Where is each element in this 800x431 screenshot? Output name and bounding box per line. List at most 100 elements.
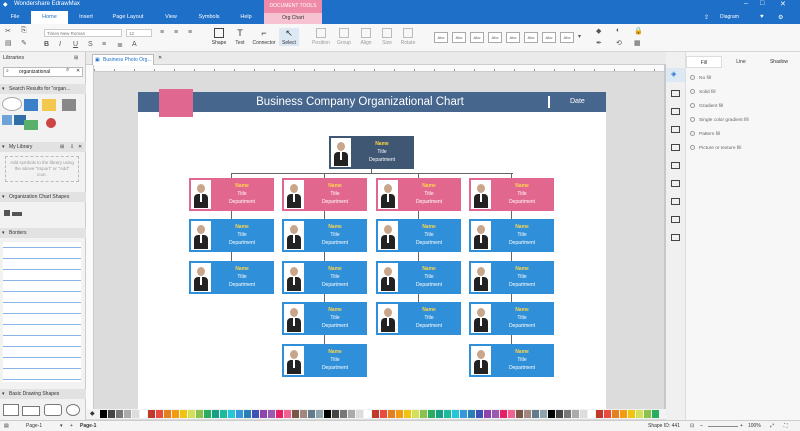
fullscreen-icon[interactable]: ⛶: [784, 421, 788, 431]
zoom-in-icon[interactable]: +: [740, 421, 743, 431]
color-swatch[interactable]: [148, 410, 155, 418]
org-card-c2-r3[interactable]: Name Title Department: [282, 261, 367, 294]
org-card-c3-r3[interactable]: Name Title Department: [376, 261, 461, 294]
result-shape-photo[interactable]: [42, 99, 56, 111]
size-button[interactable]: Size: [378, 28, 396, 46]
close-icon[interactable]: ✕: [780, 0, 786, 8]
color-swatch[interactable]: [388, 410, 395, 418]
org-card-top[interactable]: Name Title Department: [329, 136, 414, 169]
color-swatch[interactable]: [260, 410, 267, 418]
line-color-icon[interactable]: ✒: [596, 39, 602, 47]
search-results-header[interactable]: ▾ Search Results for "organ...: [0, 84, 86, 94]
color-swatch[interactable]: [452, 410, 459, 418]
color-swatch[interactable]: [332, 410, 339, 418]
color-swatch[interactable]: [652, 410, 659, 418]
color-swatch[interactable]: [252, 410, 259, 418]
color-swatch[interactable]: [556, 410, 563, 418]
fill-bucket-icon[interactable]: ◆: [90, 410, 95, 417]
org-card-c4-r4[interactable]: Name Title Department: [469, 302, 554, 335]
org-shape-2[interactable]: [12, 212, 22, 216]
color-swatch[interactable]: [100, 410, 107, 418]
add-library-icon[interactable]: ⊞: [60, 142, 64, 152]
org-card-c3-r2[interactable]: Name Title Department: [376, 219, 461, 252]
color-swatch[interactable]: [516, 410, 523, 418]
minimize-icon[interactable]: –: [744, 0, 748, 7]
chart-title[interactable]: Business Company Organizational Chart: [200, 92, 520, 112]
color-swatch[interactable]: [116, 410, 123, 418]
align-left-icon[interactable]: ≡: [160, 29, 164, 36]
underline-icon[interactable]: U: [73, 41, 78, 48]
color-swatch[interactable]: [284, 410, 291, 418]
color-swatch[interactable]: [196, 410, 203, 418]
color-swatch[interactable]: [228, 410, 235, 418]
color-swatch[interactable]: [132, 410, 139, 418]
color-swatch[interactable]: [428, 410, 435, 418]
color-swatch[interactable]: [636, 410, 643, 418]
color-swatch[interactable]: [596, 410, 603, 418]
shadow-icon[interactable]: ◐: [616, 27, 620, 34]
strikethrough-icon[interactable]: S: [88, 41, 93, 48]
org-card-c2-r5[interactable]: Name Title Department: [282, 344, 367, 377]
bullet-list-icon[interactable]: ≡: [102, 41, 106, 48]
color-swatch[interactable]: [292, 410, 299, 418]
position-button[interactable]: Position: [310, 28, 332, 46]
add-page-icon[interactable]: +: [70, 421, 73, 431]
font-size-select[interactable]: 12: [126, 29, 152, 37]
org-card-c1-r1[interactable]: Name Title Department: [189, 178, 274, 211]
tab-line[interactable]: Line: [722, 56, 760, 68]
result-shape-org[interactable]: [24, 99, 38, 111]
zoom-level[interactable]: 100%: [748, 421, 761, 431]
color-swatch[interactable]: [180, 410, 187, 418]
align-button[interactable]: Align: [356, 28, 376, 46]
color-swatch[interactable]: [508, 410, 515, 418]
basic-rounded-shape[interactable]: [44, 404, 62, 416]
shape-button[interactable]: Shape: [208, 28, 230, 46]
style-preset-3[interactable]: Abc: [470, 32, 484, 43]
org-card-c3-r1[interactable]: Name Title Department: [376, 178, 461, 211]
color-swatch[interactable]: [620, 410, 627, 418]
color-swatch[interactable]: [548, 410, 555, 418]
color-swatch[interactable]: [532, 410, 539, 418]
search-icon[interactable]: ⌕: [66, 67, 69, 74]
color-swatch[interactable]: [540, 410, 547, 418]
connector-button[interactable]: ⌐ Connector: [250, 28, 278, 46]
tab-fill[interactable]: Fill: [686, 56, 722, 68]
color-swatches[interactable]: [100, 410, 662, 418]
color-swatch[interactable]: [380, 410, 387, 418]
settings-icon[interactable]: ⚙: [778, 14, 783, 21]
fill-icon[interactable]: ◈: [671, 70, 676, 78]
color-swatch[interactable]: [580, 410, 587, 418]
result-shape-people[interactable]: [2, 115, 12, 125]
org-card-c4-r2[interactable]: Name Title Department: [469, 219, 554, 252]
paste-icon[interactable]: ▤: [5, 39, 12, 47]
org-card-c4-r3[interactable]: Name Title Department: [469, 261, 554, 294]
color-swatch[interactable]: [372, 410, 379, 418]
borders-header[interactable]: ▾ Borders: [0, 228, 86, 238]
color-swatch[interactable]: [348, 410, 355, 418]
image-icon[interactable]: [671, 108, 680, 115]
my-library-header[interactable]: ▾ My Library ⊞ ⇩ ✕: [0, 142, 86, 152]
color-swatch[interactable]: [340, 410, 347, 418]
menu-page-layout[interactable]: Page Layout: [104, 11, 152, 24]
color-swatch[interactable]: [444, 410, 451, 418]
page-icon[interactable]: [671, 126, 680, 133]
document-tab[interactable]: ▣ Business Photo Org...: [92, 54, 154, 65]
library-expand-icon[interactable]: ⊞: [74, 55, 78, 61]
menu-view[interactable]: View: [154, 11, 188, 24]
color-swatch[interactable]: [268, 410, 275, 418]
color-swatch[interactable]: [308, 410, 315, 418]
format-painter-icon[interactable]: ✎: [21, 39, 27, 47]
styles-more-icon[interactable]: ▾: [578, 33, 581, 40]
menu-help[interactable]: Help: [230, 11, 262, 24]
color-swatch[interactable]: [484, 410, 491, 418]
color-swatch[interactable]: [324, 410, 331, 418]
basic-circle-shape[interactable]: [66, 404, 80, 416]
color-swatch[interactable]: [436, 410, 443, 418]
color-swatch[interactable]: [564, 410, 571, 418]
font-select[interactable]: Times New Roman: [44, 29, 122, 37]
theme-icon[interactable]: ▦: [634, 39, 641, 47]
color-swatch[interactable]: [164, 410, 171, 418]
select-button[interactable]: ↖ Select: [279, 28, 299, 46]
fill-option-single-gradient[interactable]: Single color gradient fill: [690, 117, 749, 123]
borders-gallery[interactable]: [3, 242, 81, 382]
